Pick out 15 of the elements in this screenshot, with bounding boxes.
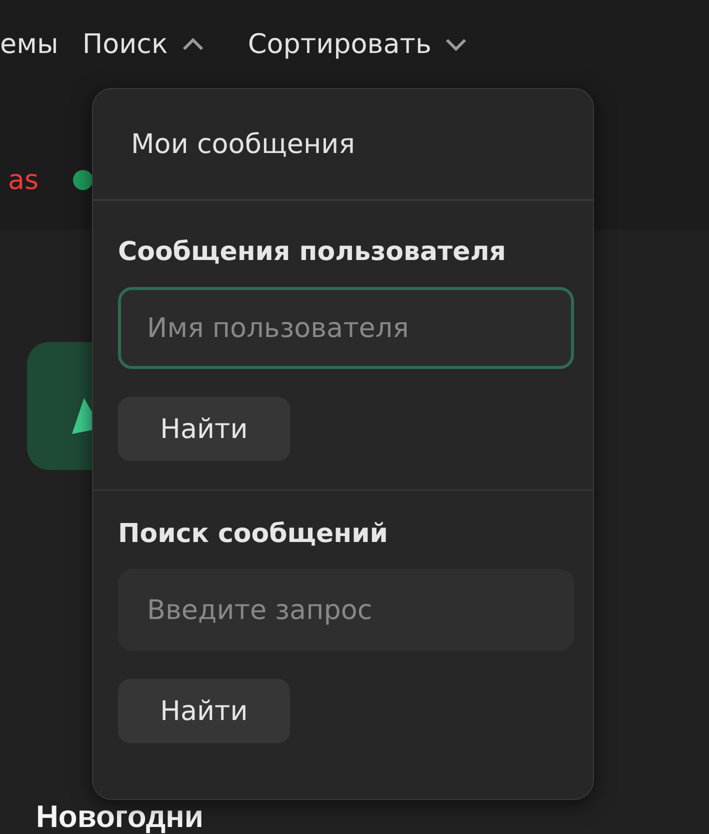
triangle-icon: [72, 398, 92, 434]
chevron-up-icon: [182, 37, 204, 51]
post-heading: Новогодни: [36, 801, 204, 832]
nav-dropdown[interactable]: Сортировать: [248, 28, 468, 60]
chevron-down-icon: [445, 37, 468, 51]
search-field[interactable]: Введите запрос: [118, 569, 574, 651]
nav-dropdown[interactable]: Поиск: [82, 28, 204, 60]
find-button[interactable]: Найти: [118, 679, 290, 743]
my-messages-item[interactable]: Мои сообщения: [93, 89, 593, 201]
find-button[interactable]: Найти: [118, 397, 290, 461]
nav-link[interactable]: емы: [0, 28, 58, 60]
section-title: Поиск сообщений: [118, 519, 388, 549]
search-field[interactable]: Имя пользователя: [118, 287, 574, 369]
section-title: Сообщения пользователя: [118, 237, 506, 267]
author-name[interactable]: as: [8, 164, 39, 196]
